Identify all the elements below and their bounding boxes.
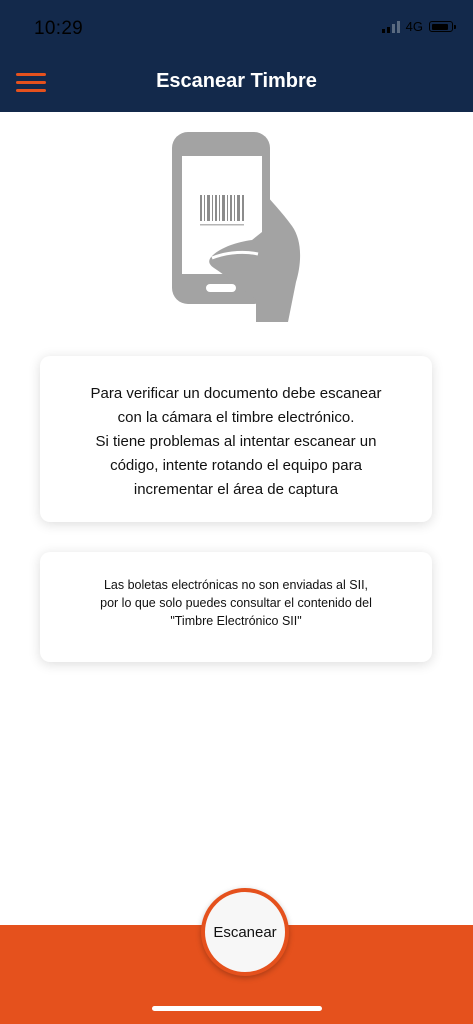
instructions-line: Si tiene problemas al intentar escanear … [95,433,377,450]
battery-icon [429,21,456,32]
signal-icon [381,20,400,33]
note-line: por lo que solo puedes consultar el cont… [100,596,372,610]
instructions-line: con la cámara el timbre electrónico. [117,409,355,426]
instructions-card: Para verificar un documento debe escanea… [40,356,432,522]
note-card: Las boletas electrónicas no son enviadas… [40,552,432,662]
instructions-line: incrementar el área de captura [133,481,339,498]
status-time: 10:29 [34,18,84,39]
note-line: "Timbre Electrónico SII" [170,614,302,628]
scan-stamp-screen: 10:29 4G Escanear Timbre Para verificar … [0,0,473,1024]
app-header: 10:29 4G Escanear Timbre [0,0,473,112]
note-line: Las boletas electrónicas no son enviadas… [103,578,369,592]
home-indicator[interactable] [152,1006,322,1011]
phone-barcode-scan-icon [172,132,301,322]
instructions-line: código, intente rotando el equipo para [110,457,362,474]
scan-button[interactable]: Escanear [201,888,289,976]
instructions-line: Para verificar un documento debe escanea… [90,385,382,402]
scan-button-label: Escanear [213,923,277,941]
status-indicators: 4G [381,19,456,34]
page-title: Escanear Timbre [156,70,317,92]
network-label: 4G [405,19,423,34]
